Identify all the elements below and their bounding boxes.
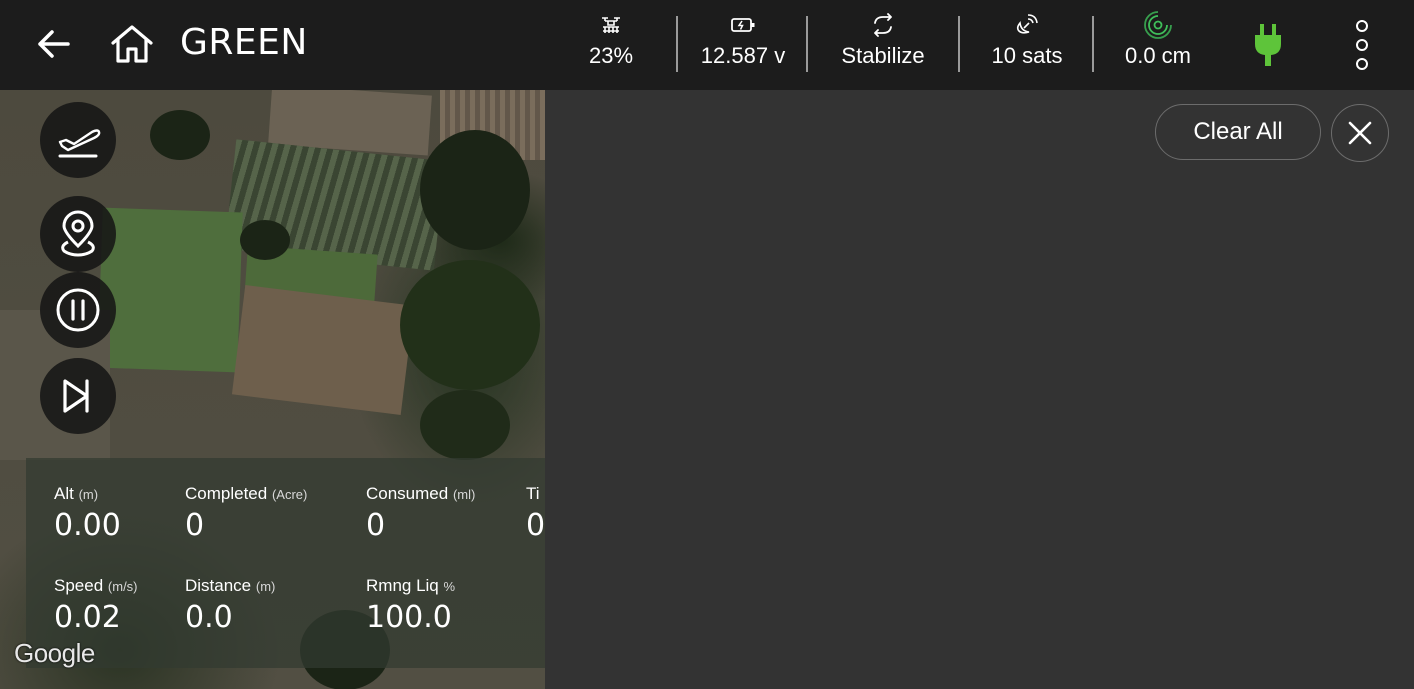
completed-unit: (Acre) bbox=[271, 487, 308, 502]
remaining-liquid-label: Rmng Liq bbox=[366, 576, 439, 595]
rtk-accuracy: 0.0 cm bbox=[1124, 43, 1192, 68]
alt-metric: Alt (m) 0.00 bbox=[54, 484, 121, 543]
divider bbox=[1092, 16, 1094, 72]
takeoff-land-button[interactable] bbox=[40, 102, 116, 178]
completed-metric: Completed (Acre) 0 bbox=[185, 484, 307, 543]
drone-level-value: 23% bbox=[588, 43, 634, 68]
connection-button[interactable] bbox=[1252, 22, 1284, 68]
location-pin-icon bbox=[61, 210, 95, 257]
pause-mission-button[interactable] bbox=[40, 272, 116, 348]
map-attribution: Google bbox=[14, 638, 95, 668]
drone-icon bbox=[602, 17, 620, 33]
clear-all-button[interactable]: Clear All bbox=[1155, 104, 1321, 160]
distance-value: 0.0 bbox=[185, 600, 233, 635]
completed-value: 0 bbox=[185, 508, 205, 543]
close-panel-button[interactable] bbox=[1331, 104, 1389, 162]
home-button[interactable] bbox=[106, 20, 158, 68]
pause-icon bbox=[56, 288, 100, 332]
takeoff-land-icon bbox=[58, 129, 101, 158]
distance-label: Distance bbox=[185, 576, 252, 595]
speed-metric: Speed (m/s) 0.02 bbox=[54, 576, 138, 635]
time-label: Ti bbox=[526, 484, 540, 503]
top-status-bar: GREEN 23% 12.587 v Stabilize 10 sats 0.0… bbox=[0, 0, 1414, 90]
more-vertical-icon[interactable] bbox=[1350, 20, 1374, 70]
alt-value: 0.00 bbox=[54, 508, 121, 543]
remaining-liquid-value: 100.0 bbox=[366, 600, 452, 635]
consumed-unit: (ml) bbox=[452, 487, 476, 502]
flight-mode-value: Stabilize bbox=[841, 43, 925, 68]
battery-stat: 12.587 v bbox=[692, 8, 794, 82]
power-plug-icon bbox=[1255, 24, 1281, 66]
satellite-icon bbox=[1016, 14, 1038, 34]
remaining-liquid-metric: Rmng Liq % 100.0 bbox=[366, 576, 455, 635]
rtk-signal-icon bbox=[1144, 11, 1172, 39]
divider bbox=[958, 16, 960, 72]
divider bbox=[806, 16, 808, 72]
remaining-liquid-unit: % bbox=[443, 579, 456, 594]
mode-sync-icon bbox=[874, 13, 892, 37]
consumed-label: Consumed bbox=[366, 484, 449, 503]
battery-voltage: 12.587 v bbox=[700, 43, 786, 68]
divider bbox=[676, 16, 678, 72]
satellite-count: 10 sats bbox=[991, 43, 1063, 68]
speed-unit: (m/s) bbox=[107, 579, 138, 594]
home-icon bbox=[111, 25, 153, 63]
satellite-map[interactable]: Alt (m) 0.00 Completed (Acre) 0 Consumed… bbox=[0, 90, 545, 689]
speed-value: 0.02 bbox=[54, 600, 121, 635]
telemetry-panel: Alt (m) 0.00 Completed (Acre) 0 Consumed… bbox=[26, 458, 545, 668]
completed-label: Completed bbox=[185, 484, 268, 503]
alt-label: Alt bbox=[54, 484, 74, 503]
battery-icon bbox=[731, 18, 755, 32]
close-icon bbox=[1348, 121, 1372, 145]
speed-label: Speed bbox=[54, 576, 104, 595]
resume-mission-button[interactable] bbox=[40, 358, 116, 434]
time-value: 0 bbox=[526, 508, 545, 543]
distance-metric: Distance (m) 0.0 bbox=[185, 576, 275, 635]
drone-level-stat: 23% bbox=[586, 8, 636, 82]
mission-panel: Clear All bbox=[545, 90, 1414, 689]
vehicle-name: GREEN bbox=[180, 22, 308, 63]
consumed-metric: Consumed (ml) 0 bbox=[366, 484, 475, 543]
flight-mode-stat[interactable]: Stabilize bbox=[830, 8, 936, 82]
distance-unit: (m) bbox=[255, 579, 276, 594]
skip-next-icon bbox=[63, 379, 89, 413]
time-metric: Ti 0 bbox=[526, 484, 545, 543]
back-button[interactable] bbox=[34, 24, 74, 64]
consumed-value: 0 bbox=[366, 508, 386, 543]
gps-stat: 10 sats bbox=[982, 8, 1072, 82]
rtk-stat: 0.0 cm bbox=[1114, 8, 1202, 82]
alt-unit: (m) bbox=[78, 487, 99, 502]
arrow-left-icon bbox=[38, 30, 70, 58]
location-button[interactable] bbox=[40, 196, 116, 272]
